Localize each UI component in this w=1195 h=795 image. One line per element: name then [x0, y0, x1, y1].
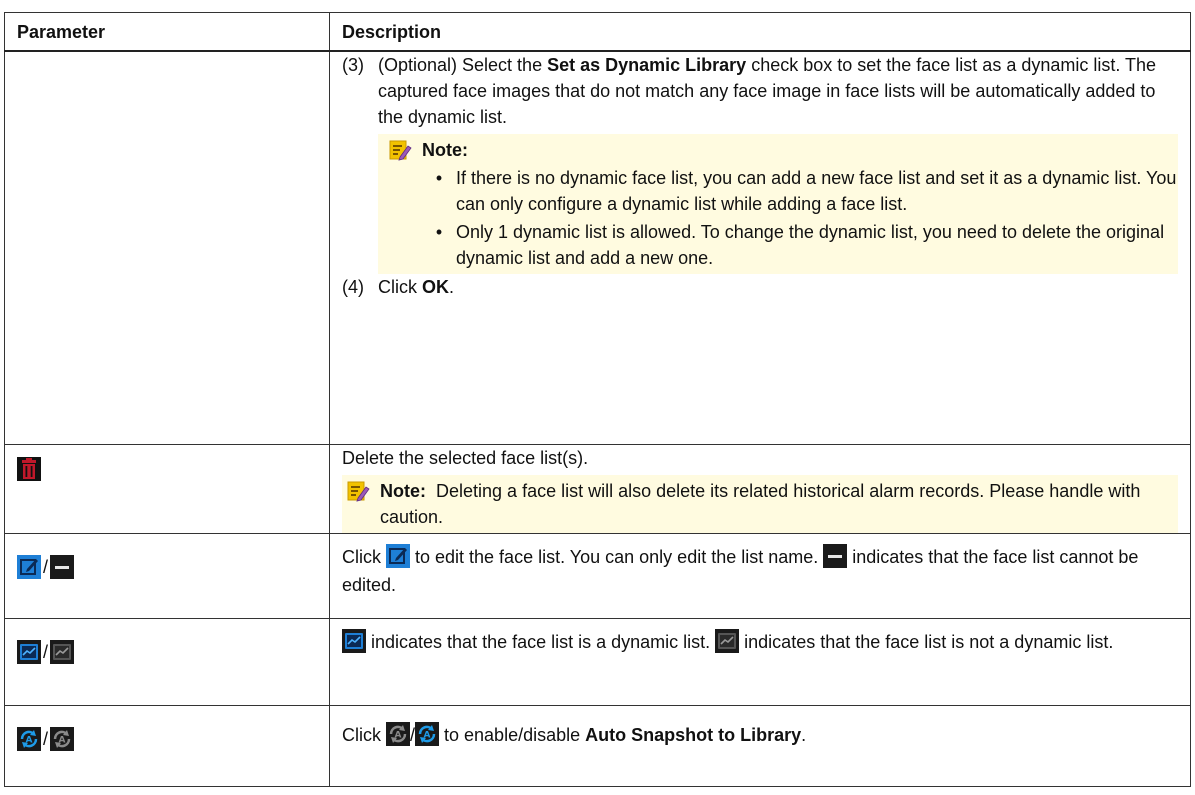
- list-item: • If there is no dynamic face list, you c…: [422, 165, 1178, 217]
- text-segment: .: [801, 724, 807, 745]
- text-segment: to edit the face list. You can only edit…: [410, 546, 824, 567]
- parameter-cell-empty: [4, 50, 330, 445]
- description-cell: Click A / A to enable/disable Auto Snaps…: [329, 704, 1191, 787]
- bullet: •: [435, 167, 443, 188]
- edit-icon[interactable]: [17, 554, 41, 579]
- table-row: A / A Click A / A to enable/disable Auto…: [4, 704, 1191, 787]
- step-text: Click OK.: [378, 274, 1178, 300]
- step-4: (4) Click OK.: [342, 274, 1178, 300]
- bullet-text: If there is no dynamic face list, you ca…: [456, 167, 1177, 214]
- auto-snapshot-enabled-icon[interactable]: A: [17, 726, 41, 751]
- description-cell: Click to edit the face list. You can onl…: [329, 532, 1191, 619]
- step-text-post: .: [449, 276, 455, 297]
- bullet-text: Only 1 dynamic list is allowed. To chang…: [456, 221, 1165, 268]
- step-text-bold: Set as Dynamic Library: [547, 54, 747, 75]
- dynamic-list-icon: [342, 628, 366, 653]
- description-cell: indicates that the face list is a dynami…: [329, 617, 1191, 706]
- step-number: (3): [342, 54, 364, 75]
- svg-text:A: A: [59, 735, 66, 745]
- table-row: / indicates that the face list is a dyna…: [4, 617, 1191, 706]
- text-segment: to enable/disable: [439, 724, 586, 745]
- table-row: Delete the selected face list(s). Note: …: [4, 443, 1191, 534]
- auto-snapshot-enabled-icon: A: [415, 721, 440, 746]
- list-item: • Only 1 dynamic list is allowed. To chan…: [422, 219, 1178, 271]
- edit-icon: [386, 543, 410, 568]
- step-text-pre: Click: [378, 276, 422, 297]
- note-label: Note:: [422, 139, 468, 160]
- parameter-cell: A / A: [4, 704, 330, 787]
- note-icon: [389, 140, 412, 161]
- non-dynamic-list-icon[interactable]: [50, 639, 75, 664]
- slash: /: [43, 556, 49, 577]
- header-parameter: Parameter: [4, 12, 330, 52]
- header-description: Description: [329, 12, 1191, 52]
- text-segment-bold: Auto Snapshot to Library: [585, 724, 802, 745]
- note-box: Note: Deleting a face list will also del…: [342, 474, 1178, 533]
- step-number: (4): [342, 276, 364, 297]
- note-text: Deleting a face list will also delete it…: [380, 480, 1141, 527]
- trash-icon[interactable]: [17, 456, 41, 481]
- step-text-bold: OK: [422, 276, 449, 297]
- note-box: Note: • If there is no dynamic face list,…: [378, 133, 1178, 274]
- svg-text:A: A: [424, 730, 431, 740]
- step-text-pre: (Optional) Select the: [378, 54, 548, 75]
- description-cell: Delete the selected face list(s). Note: …: [329, 443, 1191, 534]
- parameter-cell: /: [4, 532, 330, 619]
- step-3: (3) (Optional) Select the Set as Dynamic…: [342, 52, 1178, 130]
- delete-description: Delete the selected face list(s).: [342, 447, 589, 468]
- note-list: • If there is no dynamic face list, you c…: [422, 165, 1178, 271]
- bullet: •: [435, 221, 443, 242]
- non-dynamic-list-icon: [715, 628, 740, 653]
- note-icon: [347, 481, 370, 502]
- step-text: (Optional) Select the Set as Dynamic Lib…: [378, 52, 1178, 130]
- text-segment: indicates that the face list is a dynami…: [366, 631, 716, 652]
- auto-snapshot-disabled-icon: A: [386, 721, 410, 746]
- slash: /: [43, 728, 49, 749]
- table-row: / Click to edit the face list. You can o…: [4, 532, 1191, 619]
- note-label: Note:: [380, 480, 426, 501]
- parameter-cell: [4, 443, 330, 534]
- slash: /: [43, 641, 49, 662]
- header-row: Parameter Description: [4, 12, 1191, 52]
- auto-snapshot-disabled-icon[interactable]: A: [50, 726, 75, 751]
- table-row: (3) (Optional) Select the Set as Dynamic…: [4, 50, 1191, 445]
- dynamic-list-icon[interactable]: [17, 639, 41, 664]
- not-editable-icon: [50, 554, 75, 579]
- parameter-table: Parameter Description (3) (Optional) Sel…: [4, 12, 1191, 787]
- text-segment: indicates that the face list is not a dy…: [739, 631, 1114, 652]
- svg-text:A: A: [26, 735, 33, 745]
- parameter-cell: /: [4, 617, 330, 706]
- description-cell: (3) (Optional) Select the Set as Dynamic…: [329, 50, 1191, 445]
- not-editable-icon: [823, 543, 848, 568]
- text-segment: Click: [342, 546, 386, 567]
- svg-text:A: A: [395, 730, 402, 740]
- text-segment: Click: [342, 724, 386, 745]
